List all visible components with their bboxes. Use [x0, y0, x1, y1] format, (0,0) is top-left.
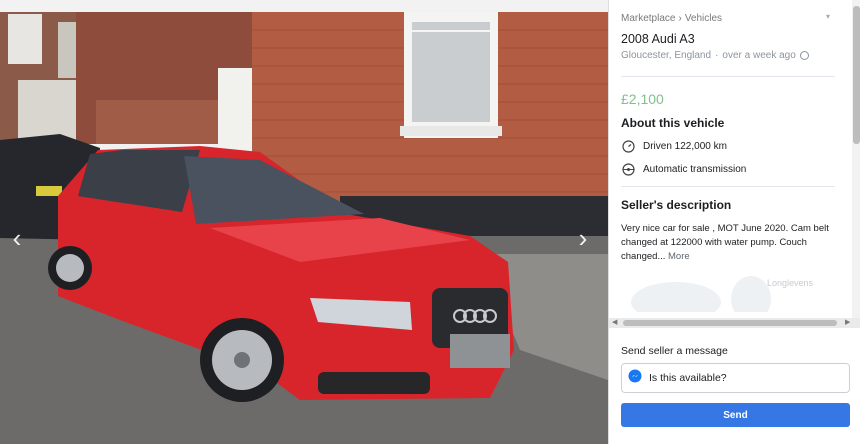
photo-viewer: ‹ ›: [0, 0, 608, 444]
spec-mileage-text: Driven 122,000 km: [643, 140, 727, 152]
about-heading: About this vehicle: [621, 116, 725, 130]
messenger-icon: [628, 369, 642, 388]
message-label: Send seller a message: [621, 345, 728, 357]
chevron-down-icon[interactable]: ▾: [826, 12, 830, 21]
spec-mileage: Driven 122,000 km: [621, 139, 727, 153]
listing-title: 2008 Audi A3: [621, 32, 695, 46]
breadcrumb-vehicles[interactable]: Vehicles: [685, 13, 722, 24]
see-more-link[interactable]: More: [668, 251, 690, 262]
globe-icon: [799, 51, 809, 60]
vertical-scrollbar[interactable]: [852, 0, 860, 318]
steering-wheel-icon: [621, 162, 635, 176]
divider: [621, 186, 835, 187]
chevron-left-icon[interactable]: ‹: [4, 225, 30, 251]
scroll-right-icon[interactable]: ▶: [845, 318, 850, 328]
listing-details-panel: Marketplace › Vehicles ▾ 2008 Audi A3 Glou…: [608, 0, 860, 444]
map-area: [731, 276, 771, 312]
divider: [621, 76, 835, 77]
map-place-label: Longlevens: [767, 278, 814, 288]
location-separator: ·: [715, 50, 719, 61]
listing-photo: [0, 0, 608, 444]
map-area: [631, 282, 721, 312]
posted-time: over a week ago: [722, 50, 796, 61]
listing-location: Gloucester, England · over a week ago: [621, 50, 809, 61]
send-button[interactable]: Send: [621, 403, 850, 427]
location-map[interactable]: Longlevens: [621, 272, 835, 312]
scrollbar-thumb[interactable]: [623, 320, 837, 326]
breadcrumb-marketplace[interactable]: Marketplace: [621, 13, 675, 24]
chevron-right-icon[interactable]: ›: [570, 225, 596, 251]
details-scroll-area: Marketplace › Vehicles ▾ 2008 Audi A3 Glou…: [609, 0, 849, 318]
spec-transmission-text: Automatic transmission: [643, 163, 747, 175]
speedometer-icon: [621, 139, 635, 153]
horizontal-scrollbar[interactable]: ◀ ▶: [609, 318, 860, 328]
location-text: Gloucester, England: [621, 50, 712, 61]
description-heading: Seller's description: [621, 198, 732, 212]
listing-price: £2,100: [621, 91, 664, 107]
breadcrumb: Marketplace › Vehicles: [621, 13, 722, 24]
breadcrumb-separator: ›: [678, 13, 682, 24]
message-box[interactable]: [621, 363, 850, 393]
seller-description: Very nice car for sale , MOT June 2020. …: [621, 222, 835, 264]
scroll-left-icon[interactable]: ◀: [612, 318, 617, 328]
description-text: Very nice car for sale , MOT June 2020. …: [621, 223, 829, 262]
spec-transmission: Automatic transmission: [621, 162, 746, 176]
message-input[interactable]: [649, 372, 829, 384]
message-seller-section: Send seller a message Send: [609, 329, 860, 444]
scrollbar-thumb[interactable]: [853, 6, 860, 144]
